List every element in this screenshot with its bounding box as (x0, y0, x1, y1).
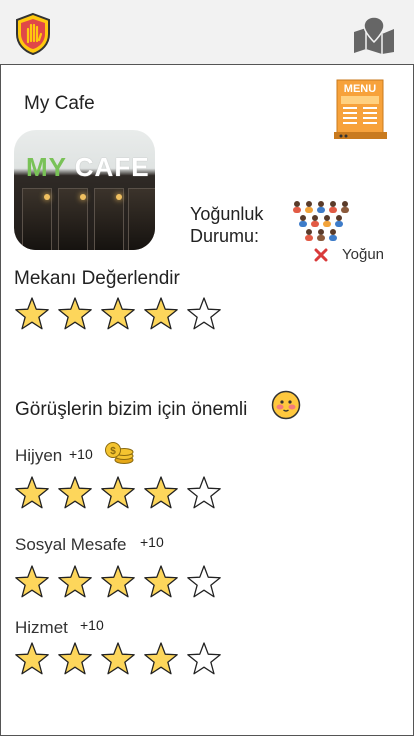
star-empty-icon[interactable] (186, 475, 222, 511)
person-body (329, 235, 337, 241)
top-bar (0, 0, 414, 64)
criteria-label-social-distance: Sosyal Mesafe (15, 535, 127, 554)
blush-face-icon (271, 390, 301, 425)
star-filled-icon[interactable] (14, 475, 50, 511)
star-empty-icon[interactable] (186, 641, 222, 677)
star-empty-icon[interactable] (186, 296, 222, 332)
person-head (318, 201, 324, 207)
crowd-people-icon (289, 199, 355, 248)
person-head (306, 201, 312, 207)
shield-hand-icon[interactable] (14, 12, 52, 61)
person-body (317, 235, 325, 241)
star-filled-icon[interactable] (100, 564, 136, 600)
social-distance-stars[interactable] (14, 564, 222, 600)
person-body (305, 207, 313, 213)
star-filled-icon[interactable] (100, 641, 136, 677)
menu-board-icon[interactable]: MENU (333, 78, 389, 145)
person-body (329, 207, 337, 213)
coins-icon: $ (104, 441, 134, 470)
service-stars[interactable] (14, 641, 222, 677)
person-body (317, 207, 325, 213)
star-filled-icon[interactable] (14, 564, 50, 600)
star-filled-icon[interactable] (57, 475, 93, 511)
criteria-points-hygiene: +10 (69, 446, 93, 462)
star-filled-icon[interactable] (143, 564, 179, 600)
person-head (330, 201, 336, 207)
svg-text:$: $ (110, 446, 116, 457)
person-body (341, 207, 349, 213)
star-filled-icon[interactable] (57, 564, 93, 600)
star-filled-icon[interactable] (100, 475, 136, 511)
photo-sign: MY CAFE (26, 152, 150, 182)
person-head (306, 229, 312, 235)
person-head (330, 229, 336, 235)
person-head (324, 215, 330, 221)
person-head (294, 201, 300, 207)
person-head (318, 229, 324, 235)
venue-name: My Cafe (24, 93, 95, 114)
person-body (293, 207, 301, 213)
star-filled-icon[interactable] (143, 641, 179, 677)
person-head (336, 215, 342, 221)
star-filled-icon[interactable] (57, 296, 93, 332)
star-filled-icon[interactable] (14, 641, 50, 677)
person-head (300, 215, 306, 221)
person-head (342, 201, 348, 207)
star-filled-icon[interactable] (14, 296, 50, 332)
criteria-label-service: Hizmet (15, 618, 68, 637)
crowd-label: Yoğunluk Durumu: (190, 204, 264, 246)
person-head (312, 215, 318, 221)
person-body (305, 235, 313, 241)
svg-text:MENU: MENU (344, 83, 376, 95)
person-body (335, 221, 343, 227)
star-filled-icon[interactable] (143, 296, 179, 332)
crowd-status: Yoğun (342, 246, 384, 263)
criteria-points-social-distance: +10 (140, 534, 164, 550)
star-empty-icon[interactable] (186, 564, 222, 600)
person-body (323, 221, 331, 227)
star-filled-icon[interactable] (100, 296, 136, 332)
rate-place-title: Mekanı Değerlendir (14, 268, 180, 289)
criteria-label-hygiene: Hijyen (15, 446, 63, 465)
venue-photo: MY CAFE (14, 130, 155, 250)
map-pin-icon[interactable] (352, 16, 396, 59)
star-filled-icon[interactable] (57, 641, 93, 677)
rate-place-stars[interactable] (14, 296, 222, 332)
hygiene-stars[interactable] (14, 475, 222, 511)
star-filled-icon[interactable] (143, 475, 179, 511)
person-body (311, 221, 319, 227)
feedback-title: Görüşlerin bizim için önemli (15, 399, 248, 420)
criteria-points-service: +10 (80, 617, 104, 633)
person-body (299, 221, 307, 227)
x-icon (314, 248, 328, 267)
